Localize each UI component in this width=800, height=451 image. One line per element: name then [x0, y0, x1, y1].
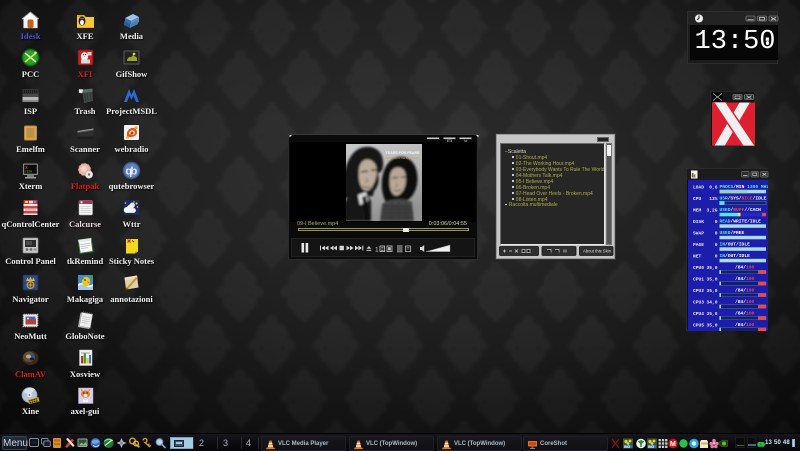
- svg-text:TEARS FOR FEARS: TEARS FOR FEARS: [386, 151, 421, 155]
- svg-text:CPU: CPU: [693, 196, 702, 202]
- svg-text:/84/100: /84/100: [735, 299, 755, 305]
- svg-text:Songs from the Big Chair: Songs from the Big Chair: [386, 156, 418, 160]
- svg-text:PAGE: PAGE: [693, 242, 704, 248]
- svg-text:ING: ING: [648, 444, 655, 448]
- svg-text:/84/100: /84/100: [735, 288, 755, 294]
- svg-text:/84/100: /84/100: [735, 311, 755, 317]
- svg-text:b: b: [131, 165, 138, 177]
- svg-text:IN/OUT/IDLE: IN/OUT/IDLE: [720, 253, 751, 259]
- svg-text:USED/BUFF//CACH: USED/BUFF//CACH: [720, 207, 762, 213]
- svg-text:/84/100: /84/100: [735, 276, 755, 282]
- svg-text:CPU1: CPU1: [693, 277, 704, 283]
- svg-text:0,6: 0,6: [709, 185, 718, 191]
- svg-text:PROCS/MIN 1300 MHz: PROCS/MIN 1300 MHz: [720, 184, 769, 190]
- svg-text:USED/FREE: USED/FREE: [720, 230, 745, 236]
- svg-text:35,0: 35,0: [706, 277, 717, 283]
- svg-text:/84/100: /84/100: [735, 265, 755, 271]
- svg-text:CPU3: CPU3: [693, 300, 704, 306]
- svg-text:CPU5: CPU5: [693, 323, 704, 329]
- svg-text:34,0: 34,0: [706, 300, 717, 306]
- svg-text:3,2G: 3,2G: [706, 208, 717, 214]
- svg-text:LOAD: LOAD: [693, 185, 704, 191]
- svg-text:0: 0: [715, 231, 718, 237]
- svg-text:TERM: TERM: [25, 170, 32, 173]
- svg-text:MEM: MEM: [693, 208, 702, 214]
- svg-text:0: 0: [715, 242, 718, 248]
- svg-text:USR/SYS/NICE/IDLE: USR/SYS/NICE/IDLE: [720, 196, 767, 202]
- svg-text:1: 1: [375, 246, 379, 253]
- svg-text:IN/OUT/IDLE: IN/OUT/IDLE: [720, 242, 751, 248]
- svg-text:13%: 13%: [709, 196, 718, 202]
- svg-text:M: M: [670, 441, 676, 448]
- svg-text:ING: ING: [624, 444, 631, 448]
- svg-text:NET: NET: [693, 254, 702, 260]
- svg-text:SWAP: SWAP: [693, 231, 704, 237]
- svg-text:0: 0: [715, 219, 718, 225]
- svg-text:DISK: DISK: [693, 219, 704, 225]
- svg-text:35,0: 35,0: [706, 311, 717, 317]
- svg-text:35,0: 35,0: [706, 288, 717, 294]
- svg-text:35,0: 35,0: [706, 323, 717, 329]
- svg-text:CPU2: CPU2: [693, 288, 704, 294]
- svg-text:About this Skin: About this Skin: [583, 249, 612, 254]
- svg-text:0: 0: [715, 254, 718, 260]
- svg-text:READ/WRITE/IDLE: READ/WRITE/IDLE: [720, 219, 762, 225]
- svg-text:CPU0: CPU0: [693, 265, 704, 271]
- svg-text:CPU4: CPU4: [693, 311, 704, 317]
- svg-text:/84/100: /84/100: [735, 322, 755, 328]
- svg-text:35,0: 35,0: [706, 265, 717, 271]
